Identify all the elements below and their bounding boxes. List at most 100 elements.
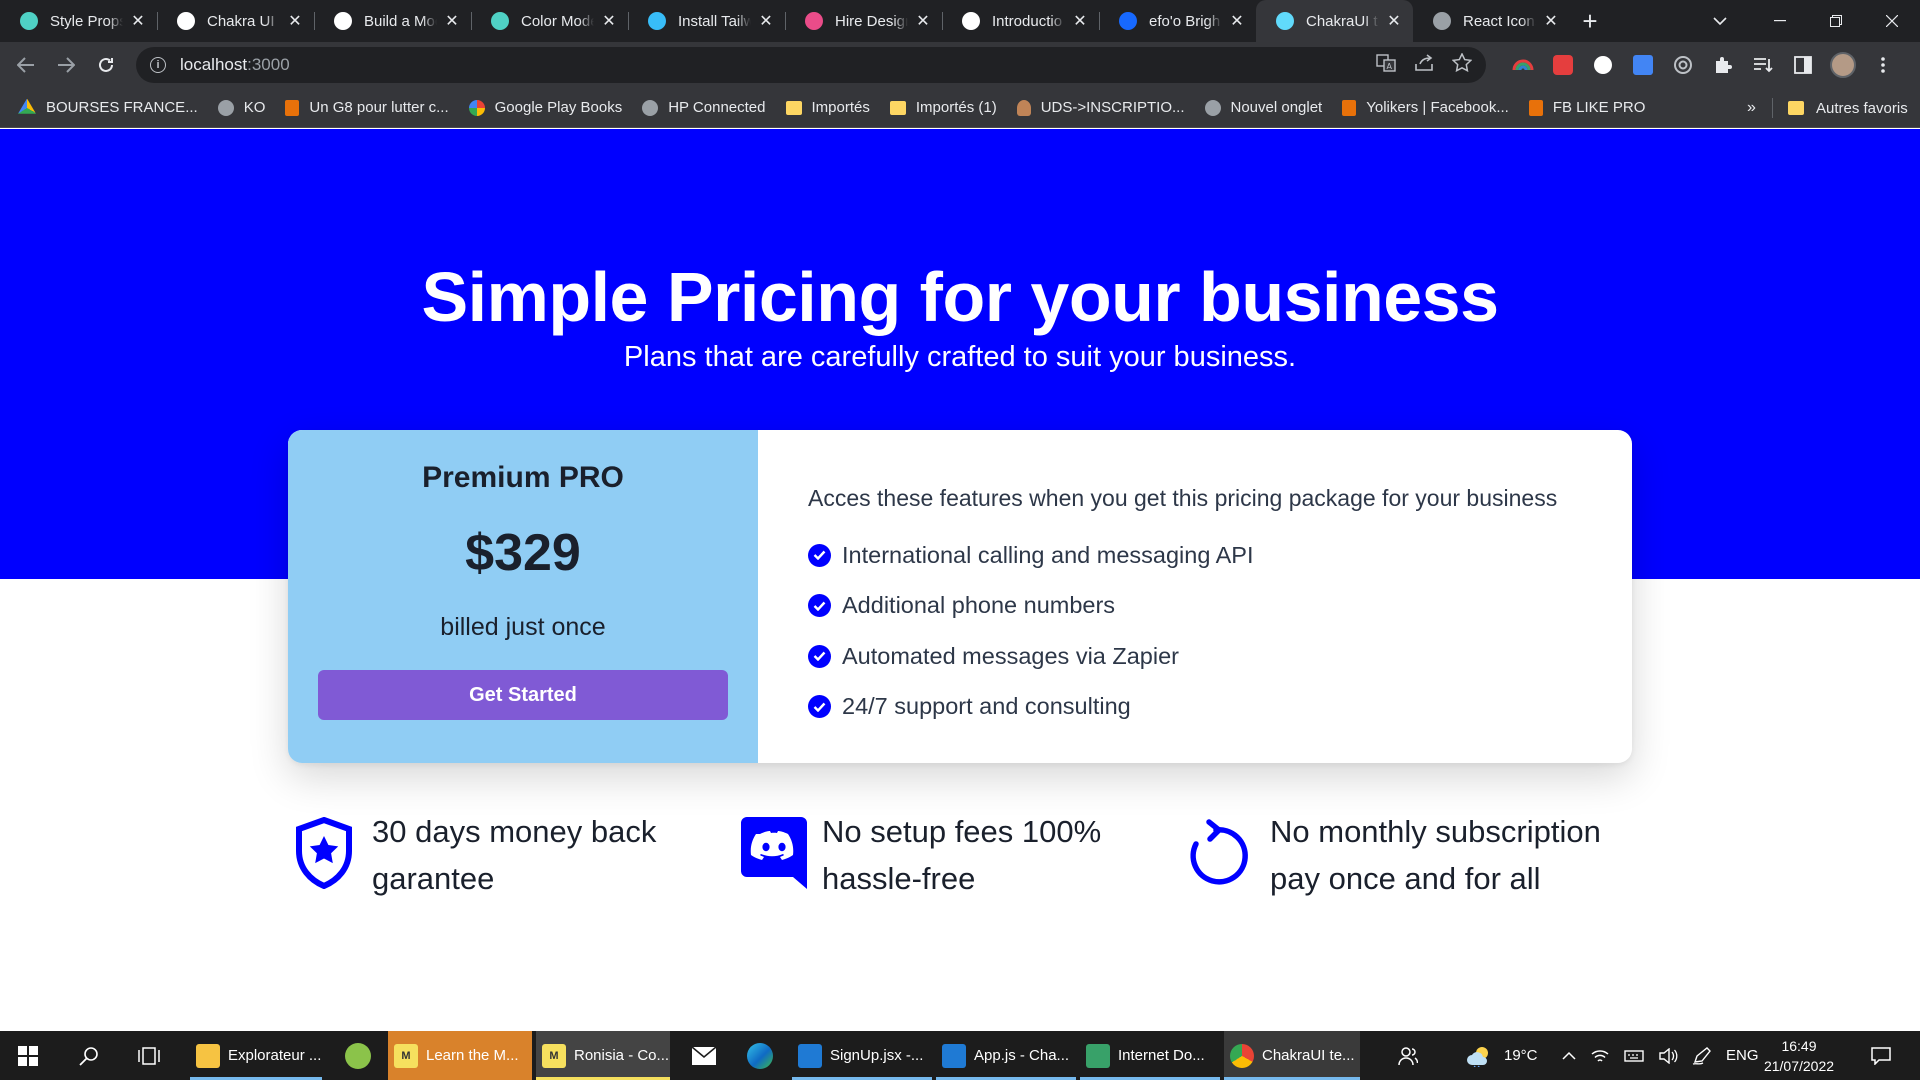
chevron-up-icon[interactable] [1562,1051,1576,1061]
address-bar[interactable]: i localhost:3000 A [136,47,1486,83]
tab-search-chevron-icon[interactable] [1700,0,1740,42]
taskbar-app-learn[interactable]: M Learn the M... [388,1031,532,1080]
browser-toolbar: i localhost:3000 A [0,42,1920,88]
tab-close-icon[interactable]: ✕ [1542,12,1560,30]
bookmark-item[interactable]: Importés (1) [889,99,997,116]
taskbar-app-vscode-app[interactable]: App.js - Cha... [936,1031,1076,1080]
bookmarks-overflow-button[interactable]: » [1747,88,1756,128]
tab-close-icon[interactable]: ✕ [1228,12,1246,30]
globe-icon [217,99,234,116]
forward-button[interactable] [46,45,86,85]
tab-close-icon[interactable]: ✕ [443,12,461,30]
wifi-icon[interactable] [1590,1048,1610,1064]
tab-title: Chakra UI F [207,12,280,30]
pen-icon[interactable] [1692,1046,1712,1065]
feature-label: Additional phone numbers [842,592,1116,619]
browser-tab[interactable]: Introductio ✕ [942,0,1099,42]
bookmark-item[interactable]: Google Play Books [468,99,622,116]
task-view-icon[interactable] [122,1031,176,1080]
bookmark-item[interactable]: Importés [785,99,870,116]
bookmark-item[interactable]: BOURSES FRANCE... [18,98,198,117]
profile-avatar[interactable] [1830,52,1856,78]
browser-tab[interactable]: Style Props ✕ [0,0,157,42]
taskbar-app-explorer[interactable]: Explorateur ... [190,1031,322,1080]
search-icon[interactable] [62,1031,116,1080]
notifications-icon[interactable] [1856,1031,1906,1080]
back-button[interactable] [6,45,46,85]
google-icon [468,99,485,116]
extension-translate-icon[interactable] [1630,52,1656,78]
minimize-button[interactable] [1752,0,1808,42]
site-info-icon[interactable]: i [150,57,166,73]
tab-close-icon[interactable]: ✕ [757,12,775,30]
taskbar-app-vscode-signup[interactable]: SignUp.jsx -... [792,1031,932,1080]
bookmark-item[interactable]: UDS->INSCRIPTIO... [1016,99,1185,116]
bookmark-label: KO [243,99,266,116]
extension-white-circle-icon[interactable] [1590,52,1616,78]
bookmarks-separator [1772,98,1773,118]
bookmark-item[interactable]: FB LIKE PRO [1528,99,1645,116]
mail-icon[interactable] [678,1031,730,1080]
tab-close-icon[interactable]: ✕ [1071,12,1089,30]
share-icon[interactable] [1414,53,1434,77]
browser-tab[interactable]: Chakra UI F ✕ [157,0,314,42]
extension-target-icon[interactable] [1670,52,1696,78]
bookmark-item[interactable]: Yolikers | Facebook... [1342,99,1509,116]
taskbar-app-label: App.js - Cha... [974,1047,1070,1064]
reload-button[interactable] [86,45,126,85]
clock[interactable]: 16:49 21/07/2022 [1764,1031,1834,1080]
browser-tab[interactable]: Install Tailw ✕ [628,0,785,42]
weather-widget[interactable]: 19°C [1466,1031,1538,1080]
bookmark-star-icon[interactable] [1451,52,1473,77]
other-bookmarks-button[interactable]: Autres favoris [1788,88,1908,128]
bookmark-item[interactable]: HP Connected [642,99,766,116]
close-window-button[interactable] [1864,0,1920,42]
clock-time: 16:49 [1781,1037,1817,1054]
bookmark-item[interactable]: Nouvel onglet [1204,99,1322,116]
extension-red-icon[interactable] [1550,52,1576,78]
side-panel-icon[interactable] [1790,52,1816,78]
volume-icon[interactable] [1658,1047,1678,1064]
tab-close-icon[interactable]: ✕ [286,12,304,30]
new-tab-button[interactable]: + [1570,0,1610,42]
bookmark-label: BOURSES FRANCE... [46,99,198,116]
svg-text:A: A [1387,62,1393,71]
kebab-menu-icon[interactable] [1870,52,1896,78]
translate-icon[interactable]: A [1376,53,1396,77]
chrome-icon [1230,1043,1254,1068]
tab-close-icon[interactable]: ✕ [600,12,618,30]
browser-tab[interactable]: Color Mode ✕ [471,0,628,42]
extension-rainbow-icon[interactable] [1510,52,1536,78]
browser-tab[interactable]: efo'o Brigh ✕ [1099,0,1256,42]
features-intro: Acces these features when you get this p… [808,485,1558,511]
get-started-button[interactable]: Get Started [318,670,728,720]
browser-tab[interactable]: ChakraUI te ✕ [1256,0,1413,42]
plan-billing: billed just once [440,613,606,641]
tab-title: Install Tailw [678,12,751,30]
bookmark-item[interactable]: KO [217,99,266,116]
edge-browser-icon[interactable] [734,1031,786,1080]
tab-title: React Icons [1463,12,1536,30]
tab-close-icon[interactable]: ✕ [1385,12,1403,30]
folder-icon [196,1043,220,1068]
browser-tab[interactable]: React Icons ✕ [1413,0,1570,42]
globe-icon [1204,99,1221,116]
restore-button[interactable] [1808,0,1864,42]
tab-close-icon[interactable]: ✕ [914,12,932,30]
taskbar-app-download-manager[interactable]: Internet Do... [1080,1031,1220,1080]
android-app-icon[interactable] [334,1031,382,1080]
keyboard-icon[interactable] [1624,1048,1644,1064]
reading-list-icon[interactable] [1750,52,1776,78]
tab-close-icon[interactable]: ✕ [129,12,147,30]
taskbar-app-ronisia[interactable]: M Ronisia - Co... [536,1031,670,1080]
people-icon[interactable] [1390,1031,1426,1080]
bookmark-item[interactable]: Un G8 pour lutter c... [285,99,449,116]
taskbar-app-chrome[interactable]: ChakraUI te... [1224,1031,1360,1080]
extensions-area [1510,47,1896,83]
puzzle-icon[interactable] [1710,52,1736,78]
browser-tab[interactable]: Build a Moc ✕ [314,0,471,42]
tab-favicon-icon [1433,12,1451,30]
language-indicator[interactable]: ENG [1726,1047,1759,1064]
windows-start-icon[interactable] [0,1031,56,1080]
browser-tab[interactable]: Hire Design ✕ [785,0,942,42]
